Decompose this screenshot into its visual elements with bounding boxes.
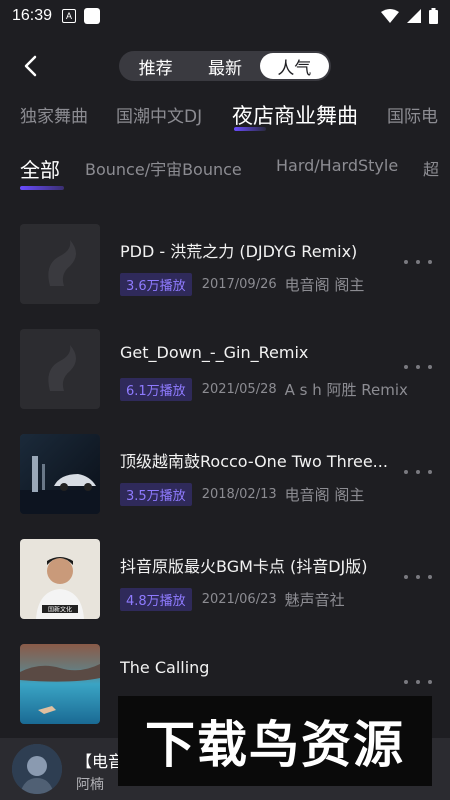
more-options-button[interactable] <box>404 464 432 480</box>
list-item[interactable]: 顶级越南鼓Rocco-One Two Three... 3.5万播放 2018/… <box>0 420 450 520</box>
car-cover-image <box>20 434 100 514</box>
player-title: 【电音 <box>76 752 125 771</box>
category-active-indicator <box>234 127 266 131</box>
tab-latest[interactable]: 最新 <box>190 53 259 79</box>
more-dot-icon <box>416 365 420 369</box>
song-cover-person: 国新文化 <box>20 539 100 619</box>
subcategory-bounce[interactable]: Bounce/宇宙Bounce <box>85 156 242 180</box>
category-club-commercial[interactable]: 夜店商业舞曲 <box>232 100 358 130</box>
song-date: 2017/09/26 <box>201 277 277 292</box>
more-dot-icon <box>428 470 432 474</box>
song-author: 魅声音社 <box>284 591 345 609</box>
more-dot-icon <box>428 575 432 579</box>
sort-segmented-control: 推荐 最新 人气 <box>119 51 331 81</box>
play-count-badge: 3.6万播放 <box>120 273 192 296</box>
more-dot-icon <box>416 575 420 579</box>
subcategory-tabs: 全部 Bounce/宇宙Bounce Hard/HardStyle 超 <box>0 150 450 194</box>
status-time: 16:39 <box>12 7 53 24</box>
song-meta: 3.6万播放 2017/09/26 电音阁 阁主 <box>120 273 364 296</box>
more-options-button[interactable] <box>404 569 432 585</box>
more-dot-icon <box>416 470 420 474</box>
song-date: 2021/05/28 <box>201 382 277 397</box>
subcategory-active-indicator <box>20 186 64 190</box>
list-item[interactable]: PDD - 洪荒之力 (DJDYG Remix) 3.6万播放 2017/09/… <box>0 210 450 310</box>
more-dot-icon <box>404 470 408 474</box>
ocean-cover-image <box>20 644 100 724</box>
tab-popular[interactable]: 人气 <box>259 53 329 79</box>
more-options-button[interactable] <box>404 254 432 270</box>
wifi-icon <box>381 9 399 23</box>
more-options-button[interactable] <box>404 359 432 375</box>
signal-icon <box>407 9 421 23</box>
notification-a-icon: A <box>62 9 77 23</box>
tab-recommend[interactable]: 推荐 <box>121 53 190 79</box>
watermark-text: 下载鸟资源 <box>145 716 405 774</box>
list-item[interactable]: Get_Down_-_Gin_Remix 6.1万播放 2021/05/28 A… <box>0 315 450 415</box>
category-tabs: 独家舞曲 国潮中文DJ 夜店商业舞曲 国际电 <box>0 96 450 136</box>
more-dot-icon <box>416 260 420 264</box>
song-meta: 3.5万播放 2018/02/13 电音阁 阁主 <box>120 483 364 506</box>
chevron-left-icon <box>24 55 37 77</box>
song-author: 电音阁 阁主 <box>284 486 365 504</box>
play-count-badge: 4.8万播放 <box>120 588 192 611</box>
song-title: 抖音原版最火BGM卡点 (抖音DJ版) <box>120 557 368 576</box>
more-options-button[interactable] <box>404 674 432 690</box>
more-dot-icon <box>404 680 408 684</box>
song-date: 2018/02/13 <box>201 487 277 502</box>
song-title: PDD - 洪荒之力 (DJDYG Remix) <box>120 242 358 261</box>
more-dot-icon <box>404 365 408 369</box>
category-exclusive-dance[interactable]: 独家舞曲 <box>20 102 88 127</box>
cover-badge-text: 国新文化 <box>48 606 72 614</box>
watermark-overlay: 下载鸟资源 <box>118 696 432 786</box>
subcategory-hardstyle[interactable]: Hard/HardStyle <box>276 156 398 175</box>
song-author: A s h 阿胜 Remix <box>284 381 408 399</box>
back-button[interactable] <box>14 50 46 82</box>
song-meta: 6.1万播放 2021/05/28 A s h 阿胜 Remix <box>120 378 408 401</box>
list-item[interactable]: 国新文化 抖音原版最火BGM卡点 (抖音DJ版) 4.8万播放 2021/06/… <box>0 525 450 625</box>
music-logo-icon <box>20 329 100 409</box>
player-subtitle: 阿楠 <box>76 777 104 793</box>
status-indicators <box>381 8 438 24</box>
more-dot-icon <box>404 575 408 579</box>
song-cover-placeholder <box>20 329 100 409</box>
category-chinese-dj[interactable]: 国潮中文DJ <box>116 102 202 127</box>
battery-icon <box>429 8 438 24</box>
more-dot-icon <box>428 365 432 369</box>
song-cover-placeholder <box>20 224 100 304</box>
song-cover-ocean <box>20 644 100 724</box>
song-author: 电音阁 阁主 <box>284 276 365 294</box>
music-logo-icon <box>20 224 100 304</box>
person-cover-image: 国新文化 <box>20 539 100 619</box>
play-count-badge: 3.5万播放 <box>120 483 192 506</box>
status-bar: 16:39 A <box>0 0 450 32</box>
more-dot-icon <box>428 260 432 264</box>
notification-app-icon <box>84 8 101 24</box>
subcategory-all[interactable]: 全部 <box>20 154 60 183</box>
top-bar: 推荐 最新 人气 <box>0 44 450 88</box>
song-cover-car <box>20 434 100 514</box>
category-international[interactable]: 国际电 <box>387 102 438 127</box>
more-dot-icon <box>404 260 408 264</box>
player-cover-image <box>12 744 62 794</box>
more-dot-icon <box>416 680 420 684</box>
song-meta: 4.8万播放 2021/06/23 魅声音社 <box>120 588 345 611</box>
subcategory-more[interactable]: 超 <box>423 156 439 180</box>
song-title: Get_Down_-_Gin_Remix <box>120 343 309 362</box>
player-cover <box>12 744 62 794</box>
song-date: 2021/06/23 <box>201 592 277 607</box>
song-title: 顶级越南鼓Rocco-One Two Three... <box>120 452 388 471</box>
more-dot-icon <box>428 680 432 684</box>
song-title: The Calling <box>120 658 210 677</box>
play-count-badge: 6.1万播放 <box>120 378 192 401</box>
